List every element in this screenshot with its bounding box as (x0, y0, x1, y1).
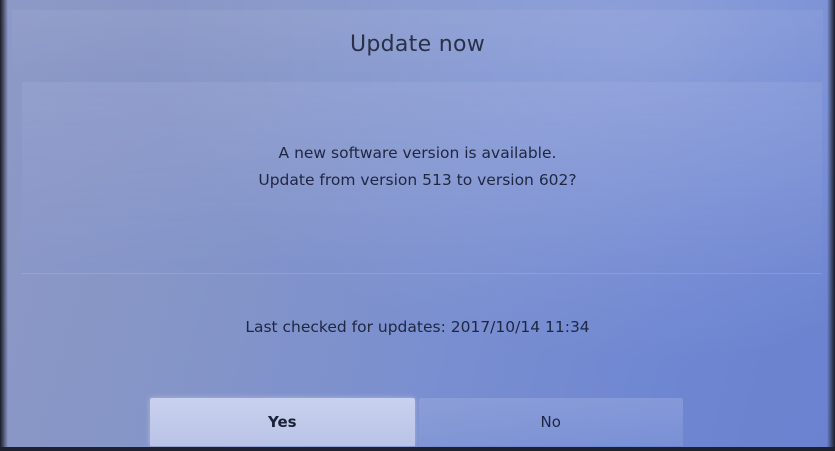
update-message: A new software version is available. Upd… (0, 140, 835, 194)
dialog-header: Update now (12, 10, 823, 78)
yes-button[interactable]: Yes (150, 398, 415, 446)
last-checked-text: Last checked for updates: 2017/10/14 11:… (245, 318, 590, 336)
message-line-available: A new software version is available. (278, 144, 557, 162)
yes-button-label: Yes (267, 413, 297, 431)
screen-bezel-right (827, 0, 835, 451)
screen-bezel-left (0, 0, 8, 451)
dialog-title: Update now (349, 31, 486, 57)
dialog-buttons: Yes No (150, 398, 683, 446)
message-line-version: Update from version 513 to version 602? (258, 171, 577, 189)
screen-bezel-bottom (0, 447, 835, 451)
no-button[interactable]: No (418, 398, 683, 446)
update-dialog-screen: Update now A new software version is ava… (0, 0, 835, 451)
no-button-label: No (540, 413, 561, 431)
